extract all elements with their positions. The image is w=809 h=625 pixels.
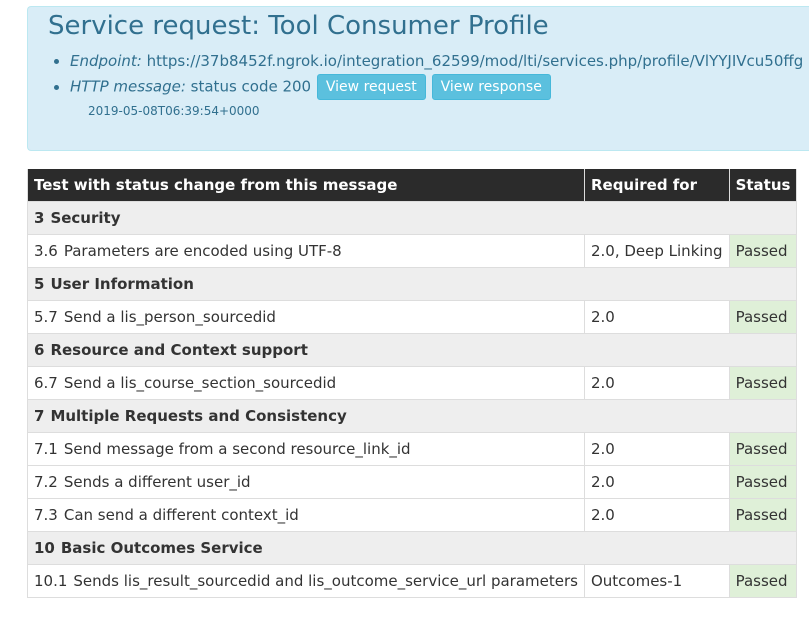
test-label: Parameters are encoded using UTF-8 [63,242,342,260]
test-label: Send message from a second resource_link… [63,440,411,458]
section-label: Resource and Context support [50,341,308,359]
view-request-button[interactable]: View request [316,74,426,100]
http-message-item: HTTP message: status code 200 View reque… [70,74,803,100]
test-number: 10.1 [34,572,68,590]
test-number: 7.2 [34,473,58,491]
endpoint-value: https://37b8452f.ngrok.io/integration_62… [146,52,804,70]
test-label: Send a lis_person_sourcedid [63,308,276,326]
header-status: Status [728,169,798,202]
header-test: Test with status change from this messag… [27,169,585,202]
table-row: 3.6 Parameters are encoded using UTF-8 2.… [27,234,798,268]
test-number: 5.7 [34,308,58,326]
test-number: 3.6 [34,242,58,260]
table-header-row: Test with status change from this messag… [27,169,798,202]
status-badge: Passed [728,300,798,334]
service-request-panel: Service request: Tool Consumer Profile E… [27,6,809,151]
status-badge: Passed [728,498,798,532]
table-row: 7.3 Can send a different context_id 2.0 P… [27,498,798,532]
required-for-cell: 2.0, Deep Linking [583,234,730,268]
section-number: 3 [34,209,45,227]
test-label: Sends lis_result_sourcedid and lis_outco… [73,572,578,590]
required-for-cell: 2.0 [583,300,730,334]
required-for-cell: 2.0 [583,498,730,532]
status-badge: Passed [728,432,798,466]
test-label: Send a lis_course_section_sourcedid [63,374,337,392]
test-number: 6.7 [34,374,58,392]
required-for-cell: 2.0 [583,432,730,466]
test-label: Can send a different context_id [63,506,299,524]
http-message-label: HTTP message: [70,77,186,96]
required-for-cell: 2.0 [583,465,730,499]
section-number: 10 [34,539,55,557]
section-row: 5 User Information [26,267,798,301]
table-row: 6.7 Send a lis_course_section_sourcedid 2… [27,366,798,400]
section-row: 7 Multiple Requests and Consistency [26,399,798,433]
results-table: Test with status change from this messag… [26,169,798,598]
section-row: 3 Security [26,201,798,235]
status-badge: Passed [728,564,798,598]
timestamp: 2019-05-08T06:39:54+0000 [88,104,260,118]
header-required-for: Required for [583,169,730,202]
section-label: Multiple Requests and Consistency [50,407,347,425]
test-label: Sends a different user_id [63,473,251,491]
section-label: Security [50,209,121,227]
status-badge: Passed [728,465,798,499]
section-label: User Information [50,275,194,293]
http-message-value: status code 200 [190,77,312,96]
table-row: 5.7 Send a lis_person_sourcedid 2.0 Passe… [27,300,798,334]
table-row: 7.2 Sends a different user_id 2.0 Passed [27,465,798,499]
section-row: 6 Resource and Context support [26,333,798,367]
test-number: 7.3 [34,506,58,524]
section-number: 6 [34,341,45,359]
required-for-cell: 2.0 [583,366,730,400]
section-row: 10 Basic Outcomes Service [26,531,798,565]
required-for-cell: Outcomes-1 [583,564,730,598]
page-title: Service request: Tool Consumer Profile [48,11,549,41]
table-row: 7.1 Send message from a second resource_l… [27,432,798,466]
endpoint-label: Endpoint: [70,52,142,70]
request-info-list: Endpoint: https://37b8452f.ngrok.io/inte… [70,49,803,100]
endpoint-item: Endpoint: https://37b8452f.ngrok.io/inte… [70,49,803,73]
section-number: 7 [34,407,45,425]
table-row: 10.1 Sends lis_result_sourcedid and lis_o… [27,564,798,598]
status-badge: Passed [728,234,798,268]
view-response-button[interactable]: View response [431,74,551,100]
section-label: Basic Outcomes Service [60,539,263,557]
status-badge: Passed [728,366,798,400]
section-number: 5 [34,275,45,293]
test-number: 7.1 [34,440,58,458]
